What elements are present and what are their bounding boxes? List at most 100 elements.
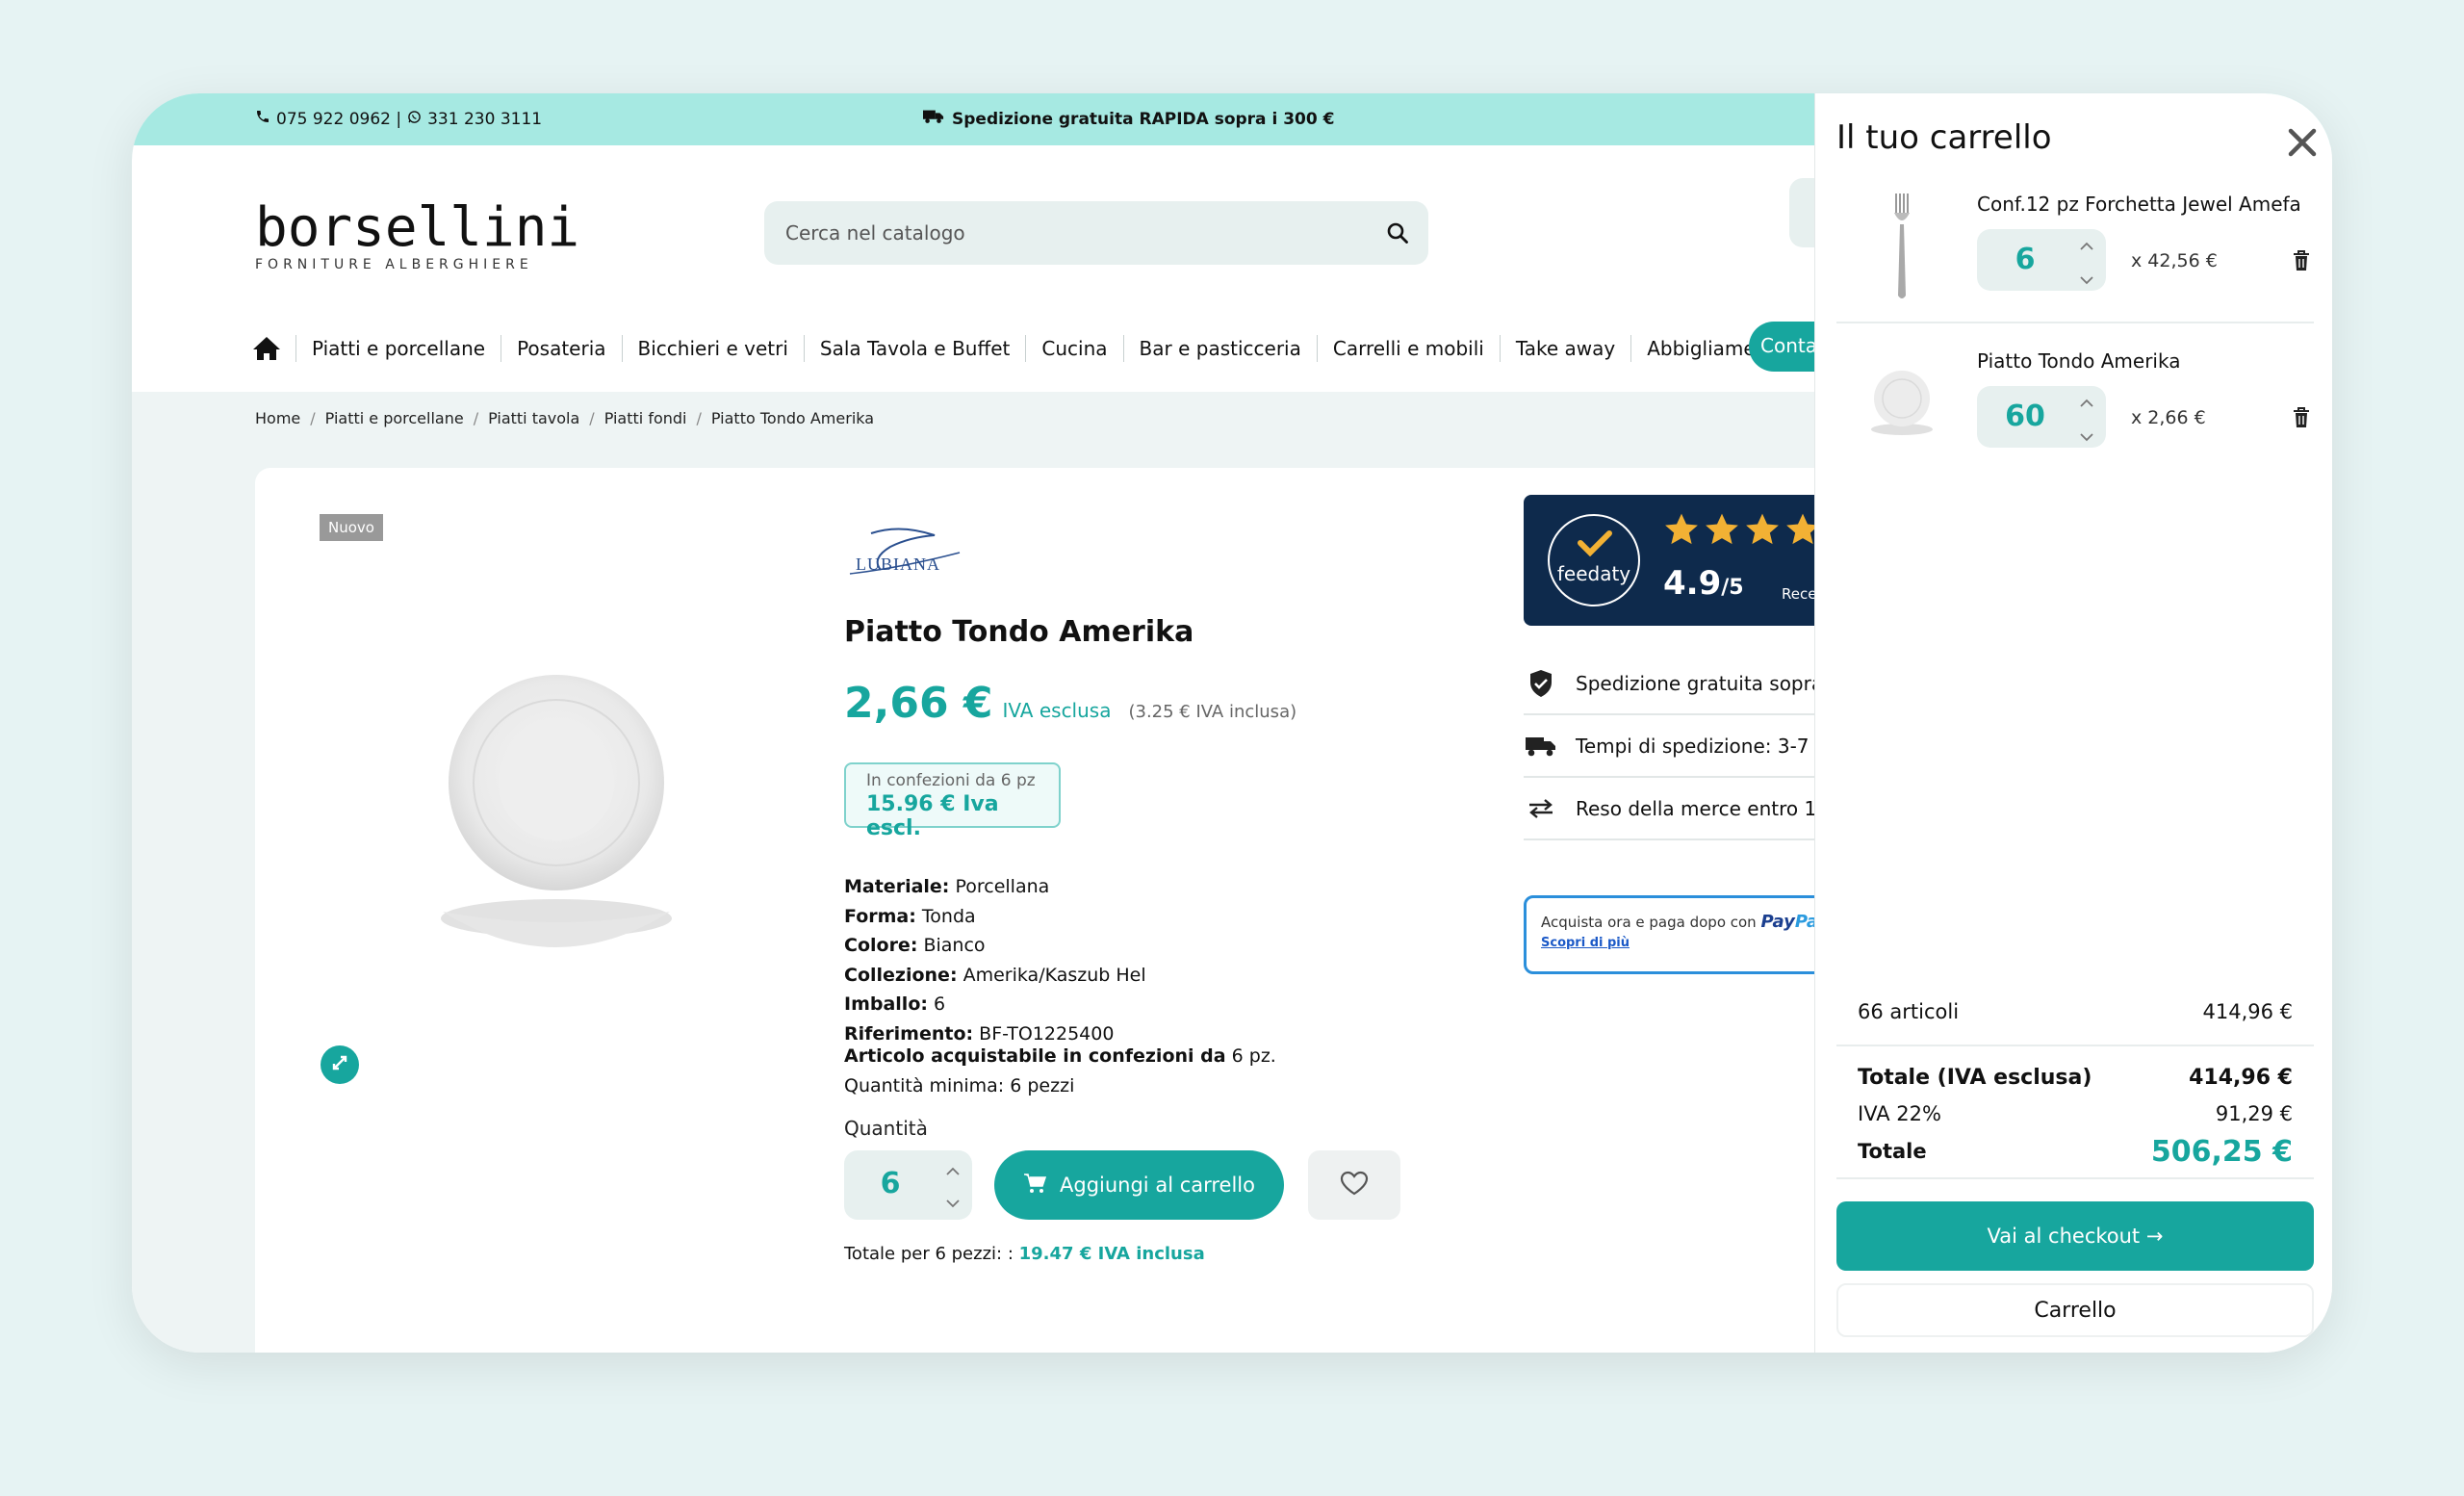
shipping-info-text: Tempi di spedizione: 3-7 gi <box>1576 734 1834 758</box>
product-specs: Materiale: Porcellana Forma: Tonda Color… <box>844 872 1146 1048</box>
breadcrumb-current: Piatto Tondo Amerika <box>710 409 875 427</box>
chevron-down-icon[interactable] <box>2079 271 2094 289</box>
truck-icon <box>923 109 944 129</box>
paypal-learn-more-link[interactable]: Scopri di più <box>1541 936 1829 950</box>
summary-total-label: Totale <box>1858 1140 1927 1163</box>
cart-item-quantity[interactable]: 6 <box>1977 243 2073 276</box>
cart-item-price: x 42,56 € <box>2131 250 2218 271</box>
site-logo[interactable]: borsellini FORNITURE ALBERGHIERE <box>255 196 580 273</box>
breadcrumb-piatti-fondi[interactable]: Piatti fondi <box>604 409 687 427</box>
quantity-stepper[interactable]: 6 <box>844 1150 972 1220</box>
summary-vat-label: IVA 22% <box>1858 1102 1941 1125</box>
nav-item-sala-tavola[interactable]: Sala Tavola e Buffet <box>803 335 1026 362</box>
price-row: 2,66 € IVA esclusa (3.25 € IVA inclusa) <box>844 679 1296 728</box>
nav-item-posateria[interactable]: Posateria <box>500 335 621 362</box>
feedaty-rating: 4.9/5 <box>1663 564 1744 603</box>
feedaty-widget[interactable]: feedaty 4.9/5 Rece <box>1524 495 1832 626</box>
summary-vat-row: IVA 22% 91,29 € <box>1836 1096 2314 1131</box>
add-to-cart-button[interactable]: Aggiungi al carrello <box>994 1150 1284 1220</box>
checkout-button[interactable]: Vai al checkout → <box>1836 1201 2314 1271</box>
chevron-up-icon[interactable] <box>2079 237 2094 255</box>
summary-total-excl-label: Totale (IVA esclusa) <box>1858 1065 2092 1090</box>
trash-icon[interactable] <box>2293 407 2310 432</box>
new-badge: Nuovo <box>320 514 383 541</box>
shield-check-icon <box>1526 669 1556 698</box>
home-icon[interactable] <box>251 333 282 364</box>
summary-total-value: 506,25 € <box>2150 1134 2293 1169</box>
brand-logo[interactable]: LUBIANA <box>842 526 967 583</box>
whatsapp-number[interactable]: 331 230 3111 <box>427 110 542 129</box>
total-value: 19.47 € IVA inclusa <box>1018 1244 1205 1264</box>
breadcrumb: Home / Piatti e porcellane / Piatti tavo… <box>255 409 874 427</box>
shipping-info-text: Spedizione gratuita sopra i <box>1576 671 1835 695</box>
brand-logo-text: LUBIANA <box>856 555 940 574</box>
shipping-notice: Spedizione gratuita RAPIDA sopra i 300 € <box>923 109 1334 129</box>
nav-item-piatti[interactable]: Piatti e porcellane <box>295 335 500 362</box>
quantity-value[interactable]: 6 <box>844 1167 937 1200</box>
purchasable-line: Articolo acquistabile in confezioni da 6… <box>844 1045 1276 1067</box>
cart-item-name[interactable]: Piatto Tondo Amerika <box>1977 349 2180 373</box>
min-qty-line: Quantità minima: 6 pezzi <box>844 1075 1075 1096</box>
breadcrumb-piatti-tavola[interactable]: Piatti tavola <box>488 409 579 427</box>
product-card: Nuovo LUBIANA Piatto Tondo Amerika 2,66 … <box>255 468 2065 1353</box>
logo-wordmark: borsellini <box>255 196 580 259</box>
cart-item-name[interactable]: Conf.12 pz Forchetta Jewel Amefa <box>1977 193 2301 216</box>
breadcrumb-separator: / <box>696 409 702 427</box>
nav-item-take-away[interactable]: Take away <box>1499 335 1630 362</box>
cart-item-quantity-stepper[interactable]: 60 <box>1977 386 2106 448</box>
paypal-banner[interactable]: Acquista ora e paga dopo con PayPal. Sco… <box>1524 895 1832 974</box>
chevron-down-icon[interactable] <box>2079 427 2094 446</box>
cart-drawer: Il tuo carrello Conf.12 pz Forchetta Jew… <box>1814 93 2332 1353</box>
expand-icon <box>330 1053 349 1076</box>
paypal-text: Acquista ora e paga dopo con PayPal. <box>1541 912 1832 932</box>
search-icon[interactable] <box>1386 221 1409 248</box>
feedaty-reviews-label: Rece <box>1782 585 1817 603</box>
cart-item-image[interactable] <box>1854 187 1950 308</box>
cart-item-arrows <box>2079 394 2094 446</box>
star-icon <box>1744 512 1781 551</box>
cart-item-quantity-stepper[interactable]: 6 <box>1977 229 2106 291</box>
purchase-info: Articolo acquistabile in confezioni da 6… <box>844 1042 1276 1101</box>
chevron-up-icon[interactable] <box>945 1162 961 1180</box>
cart-title: Il tuo carrello <box>1836 118 2052 157</box>
pack-price-box: In confezioni da 6 pz 15.96 € Iva escl. <box>844 762 1061 840</box>
search-input[interactable] <box>785 201 1363 265</box>
shipping-info-item: Spedizione gratuita sopra i <box>1524 653 1851 715</box>
truck-icon <box>1526 735 1556 757</box>
spec-row: Materiale: Porcellana <box>844 876 1050 897</box>
product-title: Piatto Tondo Amerika <box>844 615 1194 649</box>
close-icon[interactable] <box>2288 128 2317 157</box>
browser-frame: 075 922 0962 | 331 230 3111 Spedizione g… <box>132 93 2332 1353</box>
cart-item-image[interactable] <box>1854 344 1950 465</box>
cart-item: Conf.12 pz Forchetta Jewel Amefa 6 x 42,… <box>1836 187 2314 323</box>
nav-item-cucina[interactable]: Cucina <box>1025 335 1122 362</box>
pack-price: 15.96 € Iva escl. <box>866 792 999 840</box>
return-arrows-icon <box>1526 798 1556 818</box>
nav-item-bicchieri[interactable]: Bicchieri e vetri <box>621 335 804 362</box>
spec-row: Forma: Tonda <box>844 905 976 927</box>
breadcrumb-piatti[interactable]: Piatti e porcellane <box>325 409 464 427</box>
feedaty-name: feedaty <box>1556 562 1631 585</box>
chevron-down-icon[interactable] <box>945 1194 961 1212</box>
nav-item-bar[interactable]: Bar e pasticceria <box>1122 335 1317 362</box>
shipping-info-text: Reso della merce entro 14 g <box>1576 796 1847 820</box>
nav-item-carrelli[interactable]: Carrelli e mobili <box>1316 335 1500 362</box>
heart-icon <box>1340 1171 1369 1199</box>
view-cart-button[interactable]: Carrello <box>1836 1283 2314 1337</box>
chevron-up-icon[interactable] <box>2079 394 2094 412</box>
summary-total-excl-row: Totale (IVA esclusa) 414,96 € <box>1836 1058 2314 1096</box>
trash-icon[interactable] <box>2293 250 2310 275</box>
total-line: Totale per 6 pezzi: : 19.47 € IVA inclus… <box>844 1244 1205 1264</box>
expand-image-button[interactable] <box>321 1045 359 1084</box>
pack-size: In confezioni da 6 pz <box>866 771 1036 790</box>
wishlist-button[interactable] <box>1308 1150 1400 1220</box>
phone-number[interactable]: 075 922 0962 | <box>276 110 401 129</box>
product-image[interactable] <box>431 675 681 967</box>
cart-icon <box>1023 1173 1047 1199</box>
quantity-arrows <box>945 1162 961 1212</box>
breadcrumb-home[interactable]: Home <box>255 409 300 427</box>
quantity-label: Quantità <box>844 1117 928 1140</box>
summary-count-label: 66 articoli <box>1858 1000 1960 1023</box>
cart-item-quantity[interactable]: 60 <box>1977 400 2073 433</box>
phone-icon <box>255 109 270 129</box>
